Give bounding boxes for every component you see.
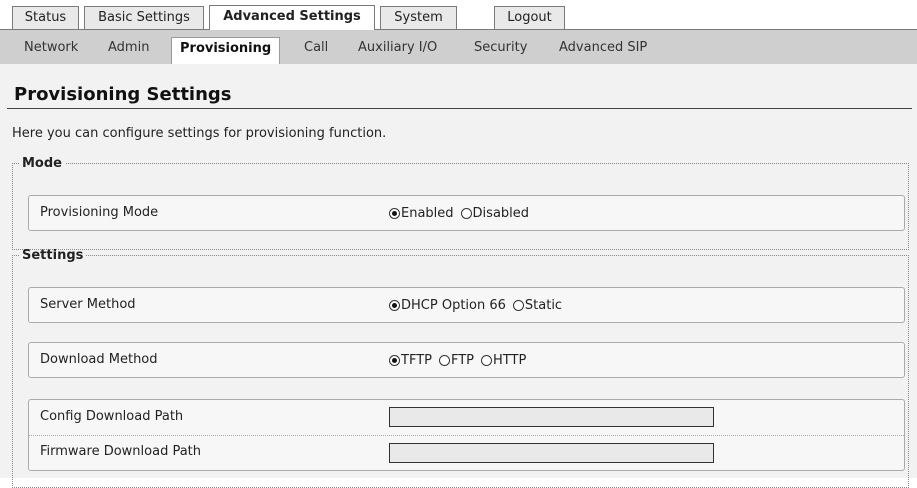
content-area: Provisioning Settings Here you can confi… — [0, 64, 917, 488]
tab-logout[interactable]: Logout — [494, 6, 565, 30]
tab-basic-settings[interactable]: Basic Settings — [84, 6, 204, 30]
download-ftp-radio[interactable]: FTP — [438, 353, 475, 368]
radio-label: DHCP Option 66 — [401, 298, 506, 313]
provisioning-enabled-radio[interactable]: Enabled — [389, 206, 454, 221]
radio-unchecked-icon[interactable] — [460, 208, 472, 219]
sub-tab-bar: Network Admin Provisioning Call Auxiliar… — [0, 29, 917, 65]
radio-label: Static — [524, 298, 563, 313]
radio-label: TFTP — [401, 353, 432, 368]
provisioning-mode-radios: Enabled Disabled — [389, 206, 536, 221]
radio-label: HTTP — [493, 353, 527, 368]
firmware-download-path-input[interactable] — [389, 443, 714, 463]
server-static-radio[interactable]: Static — [512, 298, 563, 313]
server-dhcp-option-66-radio[interactable]: DHCP Option 66 — [389, 298, 506, 313]
firmware-download-path-label: Firmware Download Path — [40, 444, 202, 459]
radio-unchecked-icon[interactable] — [512, 300, 524, 311]
radio-checked-icon[interactable] — [389, 355, 400, 366]
subtab-network[interactable]: Network — [24, 37, 78, 59]
radio-label: Disabled — [472, 206, 530, 221]
server-method-label: Server Method — [40, 297, 136, 312]
row-divider — [29, 435, 904, 436]
download-tftp-radio[interactable]: TFTP — [389, 353, 432, 368]
download-http-radio[interactable]: HTTP — [481, 353, 526, 368]
tab-advanced-settings[interactable]: Advanced Settings — [209, 5, 375, 30]
provisioning-mode-row: Provisioning Mode Enabled Disabled — [28, 195, 905, 231]
config-download-path-label: Config Download Path — [40, 409, 184, 424]
radio-unchecked-icon[interactable] — [481, 355, 493, 366]
mode-group: Mode Provisioning Mode Enabled Disabled — [12, 156, 909, 250]
title-divider — [7, 108, 912, 109]
server-method-row: Server Method DHCP Option 66 Static — [28, 287, 905, 323]
download-method-row: Download Method TFTP FTP HTTP — [28, 342, 905, 378]
subtab-advanced-sip[interactable]: Advanced SIP — [559, 37, 647, 59]
provisioning-disabled-radio[interactable]: Disabled — [460, 206, 530, 221]
config-download-path-input[interactable] — [389, 407, 714, 427]
download-paths-box: Config Download Path Firmware Download P… — [28, 399, 905, 471]
radio-unchecked-icon[interactable] — [438, 355, 450, 366]
subtab-security[interactable]: Security — [474, 37, 527, 59]
subtab-admin[interactable]: Admin — [108, 37, 149, 59]
server-method-radios: DHCP Option 66 Static — [389, 298, 569, 313]
subtab-provisioning[interactable]: Provisioning — [171, 37, 281, 65]
tab-status[interactable]: Status — [12, 6, 79, 30]
settings-legend: Settings — [22, 248, 84, 263]
tab-system[interactable]: System — [380, 6, 457, 30]
radio-label: Enabled — [401, 206, 454, 221]
top-tab-bar: Status Basic Settings Advanced Settings … — [0, 0, 917, 30]
provisioning-mode-label: Provisioning Mode — [40, 205, 159, 220]
page-title: Provisioning Settings — [14, 84, 232, 105]
page-intro: Here you can configure settings for prov… — [12, 126, 387, 141]
download-method-radios: TFTP FTP HTTP — [389, 353, 533, 368]
download-method-label: Download Method — [40, 352, 158, 367]
radio-label: FTP — [450, 353, 475, 368]
radio-checked-icon[interactable] — [389, 208, 400, 219]
mode-legend: Mode — [22, 156, 62, 171]
radio-checked-icon[interactable] — [389, 300, 400, 311]
subtab-call[interactable]: Call — [304, 37, 328, 59]
settings-group: Settings Server Method DHCP Option 66 St… — [12, 248, 909, 488]
subtab-auxiliary-io[interactable]: Auxiliary I/O — [358, 37, 437, 59]
